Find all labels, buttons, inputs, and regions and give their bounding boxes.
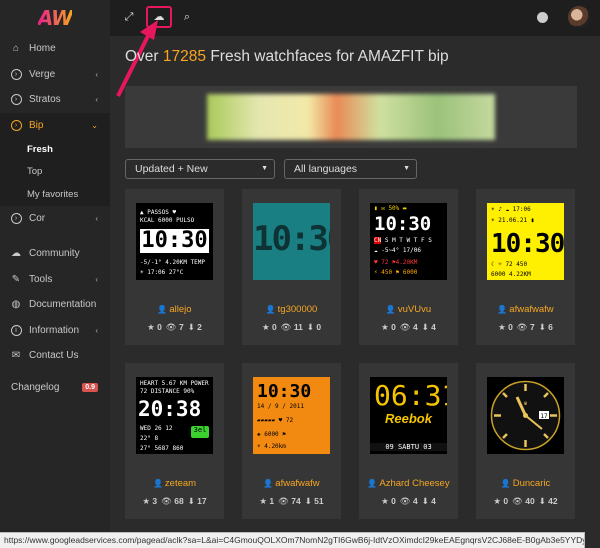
watchface-card[interactable]: ☀ ♪ ☁ 17:06 ☀ 21.06.21 ▮ 10:30 ☾ ☼ 72 45… bbox=[476, 189, 575, 345]
search-icon[interactable]: ⌕ bbox=[180, 10, 194, 24]
watchface-stats: ★ 0 👁 40 ⬇ 42 bbox=[493, 496, 558, 506]
sort-select[interactable]: Updated + New ▼ bbox=[125, 159, 275, 179]
sidebar-item-cor[interactable]: › Cor ‹ bbox=[0, 206, 110, 232]
watchface-thumbnail[interactable]: HEART 5.67 KM POWER 72 DISTANCE 90% 20:3… bbox=[136, 377, 213, 454]
author-link[interactable]: 👤 Duncaric bbox=[476, 478, 575, 489]
top-bar: ⤢ ☁ ⌕ bbox=[110, 0, 600, 36]
watchface-card[interactable]: 10:30 👤tg300000 ★ 0👁 11⬇ 0 bbox=[242, 189, 341, 345]
sidebar-subitem-top[interactable]: Top bbox=[0, 160, 110, 183]
info-icon: i bbox=[10, 324, 22, 336]
user-icon: 👤 bbox=[497, 305, 508, 314]
chevron-left-icon: ‹ bbox=[95, 95, 98, 105]
watchface-stats: ★ 0 👁 7 ⬇ 2 bbox=[147, 322, 202, 332]
author-link[interactable]: 👤 afwafwafw bbox=[242, 478, 341, 489]
user-icon: 👤 bbox=[157, 305, 168, 314]
watchface-thumbnail[interactable]: 06:31 Reebok 09 SABTU 03 bbox=[370, 377, 447, 454]
watchface-card[interactable]: 17 ♛ 👤 Duncaric ★ 0 👁 40 ⬇ 42 bbox=[476, 363, 575, 519]
wrench-icon: ✎ bbox=[11, 273, 21, 285]
watchface-thumbnail[interactable]: 17 ♛ bbox=[487, 377, 564, 454]
sidebar-item-information[interactable]: i Information ‹ bbox=[0, 318, 110, 344]
circle-chevron-icon: › bbox=[10, 68, 22, 80]
author-link[interactable]: 👤 afwafwafw bbox=[476, 304, 575, 315]
watchface-thumbnail[interactable]: ▲ PASSOS ♥ KCAL 6000 PULSO 10:30 -5/-1° … bbox=[136, 203, 213, 280]
sidebar-item-community[interactable]: ☁ Community bbox=[0, 241, 110, 267]
watchface-count: 17285 bbox=[162, 48, 207, 65]
user-icon: 👤 bbox=[500, 479, 511, 488]
watchface-stats: ★ 0 👁 7 ⬇ 6 bbox=[498, 322, 553, 332]
watchface-card[interactable]: ▲ PASSOS ♥ KCAL 6000 PULSO 10:30 -5/-1° … bbox=[125, 189, 224, 345]
watchface-stats: ★ 0 👁 4 ⬇ 4 bbox=[381, 322, 436, 332]
chevron-down-icon: ▼ bbox=[403, 165, 410, 172]
circle-chevron-icon: › bbox=[10, 119, 22, 131]
author-link[interactable]: 👤 zeteam bbox=[125, 478, 224, 489]
watchface-thumbnail[interactable]: 10:30 14 / 9 / 2011 ▰▰▰▰▰ ♥ 72 ◈ 6000 ⚑ … bbox=[253, 377, 330, 454]
watchface-card[interactable]: HEART 5.67 KM POWER 72 DISTANCE 90% 20:3… bbox=[125, 363, 224, 519]
globe-icon: ◍ bbox=[11, 299, 21, 311]
status-bar-url: https://www.googleadservices.com/pagead/… bbox=[0, 532, 585, 548]
watchface-card[interactable]: 06:31 Reebok 09 SABTU 03 👤Azhard Cheesey… bbox=[359, 363, 458, 519]
home-icon: ⌂ bbox=[12, 43, 20, 55]
svg-text:♛: ♛ bbox=[524, 400, 528, 407]
user-avatar[interactable] bbox=[568, 6, 590, 28]
user-icon: 👤 bbox=[385, 305, 396, 314]
watchface-stats: ★ 0 👁 4 ⬇ 4 bbox=[381, 496, 436, 506]
app-logo[interactable]: AW bbox=[0, 0, 110, 36]
chevron-left-icon: ‹ bbox=[95, 274, 98, 284]
chevron-down-icon: ▼ bbox=[261, 165, 268, 172]
sidebar-item-stratos[interactable]: › Stratos ‹ bbox=[0, 87, 110, 113]
cloud-icon: ☁ bbox=[11, 248, 21, 260]
sidebar-subitem-favorites[interactable]: My favorites bbox=[0, 183, 110, 206]
chevron-left-icon: ‹ bbox=[95, 325, 98, 335]
analog-clock-icon: 17 ♛ bbox=[490, 380, 561, 451]
sidebar-item-verge[interactable]: › Verge ‹ bbox=[0, 62, 110, 88]
watchface-card[interactable]: 10:30 14 / 9 / 2011 ▰▰▰▰▰ ♥ 72 ◈ 6000 ⚑ … bbox=[242, 363, 341, 519]
envelope-icon: ✉ bbox=[11, 350, 21, 362]
watchface-thumbnail[interactable]: ☀ ♪ ☁ 17:06 ☀ 21.06.21 ▮ 10:30 ☾ ☼ 72 45… bbox=[487, 203, 564, 280]
sidebar-item-bip[interactable]: › Bip ⌄ bbox=[0, 112, 110, 138]
watchface-card[interactable]: ▮ ✉ 50% ▬ 10:30 CN S M T W T F S ☁ -5~4°… bbox=[359, 189, 458, 345]
sidebar-item-tools[interactable]: ✎ Tools ‹ bbox=[0, 267, 110, 293]
author-link[interactable]: 👤 Azhard Cheesey bbox=[359, 478, 458, 489]
sidebar-item-home[interactable]: ⌂ Home bbox=[0, 36, 110, 62]
sidebar-item-contact[interactable]: ✉ Contact Us bbox=[0, 343, 110, 369]
user-icon: 👤 bbox=[152, 479, 163, 488]
watchface-thumbnail[interactable]: ▮ ✉ 50% ▬ 10:30 CN S M T W T F S ☁ -5~4°… bbox=[370, 203, 447, 280]
chevron-left-icon: ‹ bbox=[95, 213, 98, 223]
circle-chevron-icon: › bbox=[10, 94, 22, 106]
user-icon: 👤 bbox=[367, 479, 378, 488]
circle-chevron-icon: › bbox=[10, 212, 22, 224]
sidebar: AW ⌂ Home › Verge ‹ › Stratos ‹ › Bip ⌄ Fresh T… bbox=[0, 0, 110, 548]
page-title: Over 17285 Fresh watchfaces for AMAZFIT … bbox=[125, 48, 449, 65]
svg-text:17: 17 bbox=[540, 413, 548, 420]
ad-banner[interactable] bbox=[125, 86, 577, 148]
author-link[interactable]: 👤 allejo bbox=[125, 304, 224, 315]
language-select[interactable]: All languages ▼ bbox=[284, 159, 417, 179]
sidebar-subitem-fresh[interactable]: Fresh bbox=[0, 138, 110, 161]
sidebar-nav: ⌂ Home › Verge ‹ › Stratos ‹ › Bip ⌄ Fresh Top … bbox=[0, 36, 110, 369]
watchface-stats: ★ 0 👁 11 ⬇ 0 bbox=[261, 322, 322, 332]
chevron-down-icon: ⌄ bbox=[91, 120, 98, 130]
user-icon: 👤 bbox=[263, 479, 274, 488]
language-globe-icon[interactable] bbox=[537, 12, 548, 23]
main-content: Over 17285 Fresh watchfaces for AMAZFIT … bbox=[110, 36, 600, 532]
watchface-stats: ★ 3 👁 68 ⬇ 17 bbox=[142, 496, 207, 506]
user-icon: 👤 bbox=[265, 305, 276, 314]
watchface-thumbnail[interactable]: 10:30 bbox=[253, 203, 330, 280]
author-link[interactable]: 👤 tg300000 bbox=[242, 304, 341, 315]
chevron-left-icon: ‹ bbox=[95, 69, 98, 79]
sidebar-item-changelog[interactable]: Changelog 0.9 bbox=[0, 375, 110, 401]
watchface-stats: ★ 1 👁 74 ⬇ 51 bbox=[259, 496, 324, 506]
author-link[interactable]: 👤 vuVUvu bbox=[359, 304, 458, 315]
sidebar-item-documentation[interactable]: ◍ Documentation bbox=[0, 292, 110, 318]
version-badge: 0.9 bbox=[82, 383, 98, 392]
